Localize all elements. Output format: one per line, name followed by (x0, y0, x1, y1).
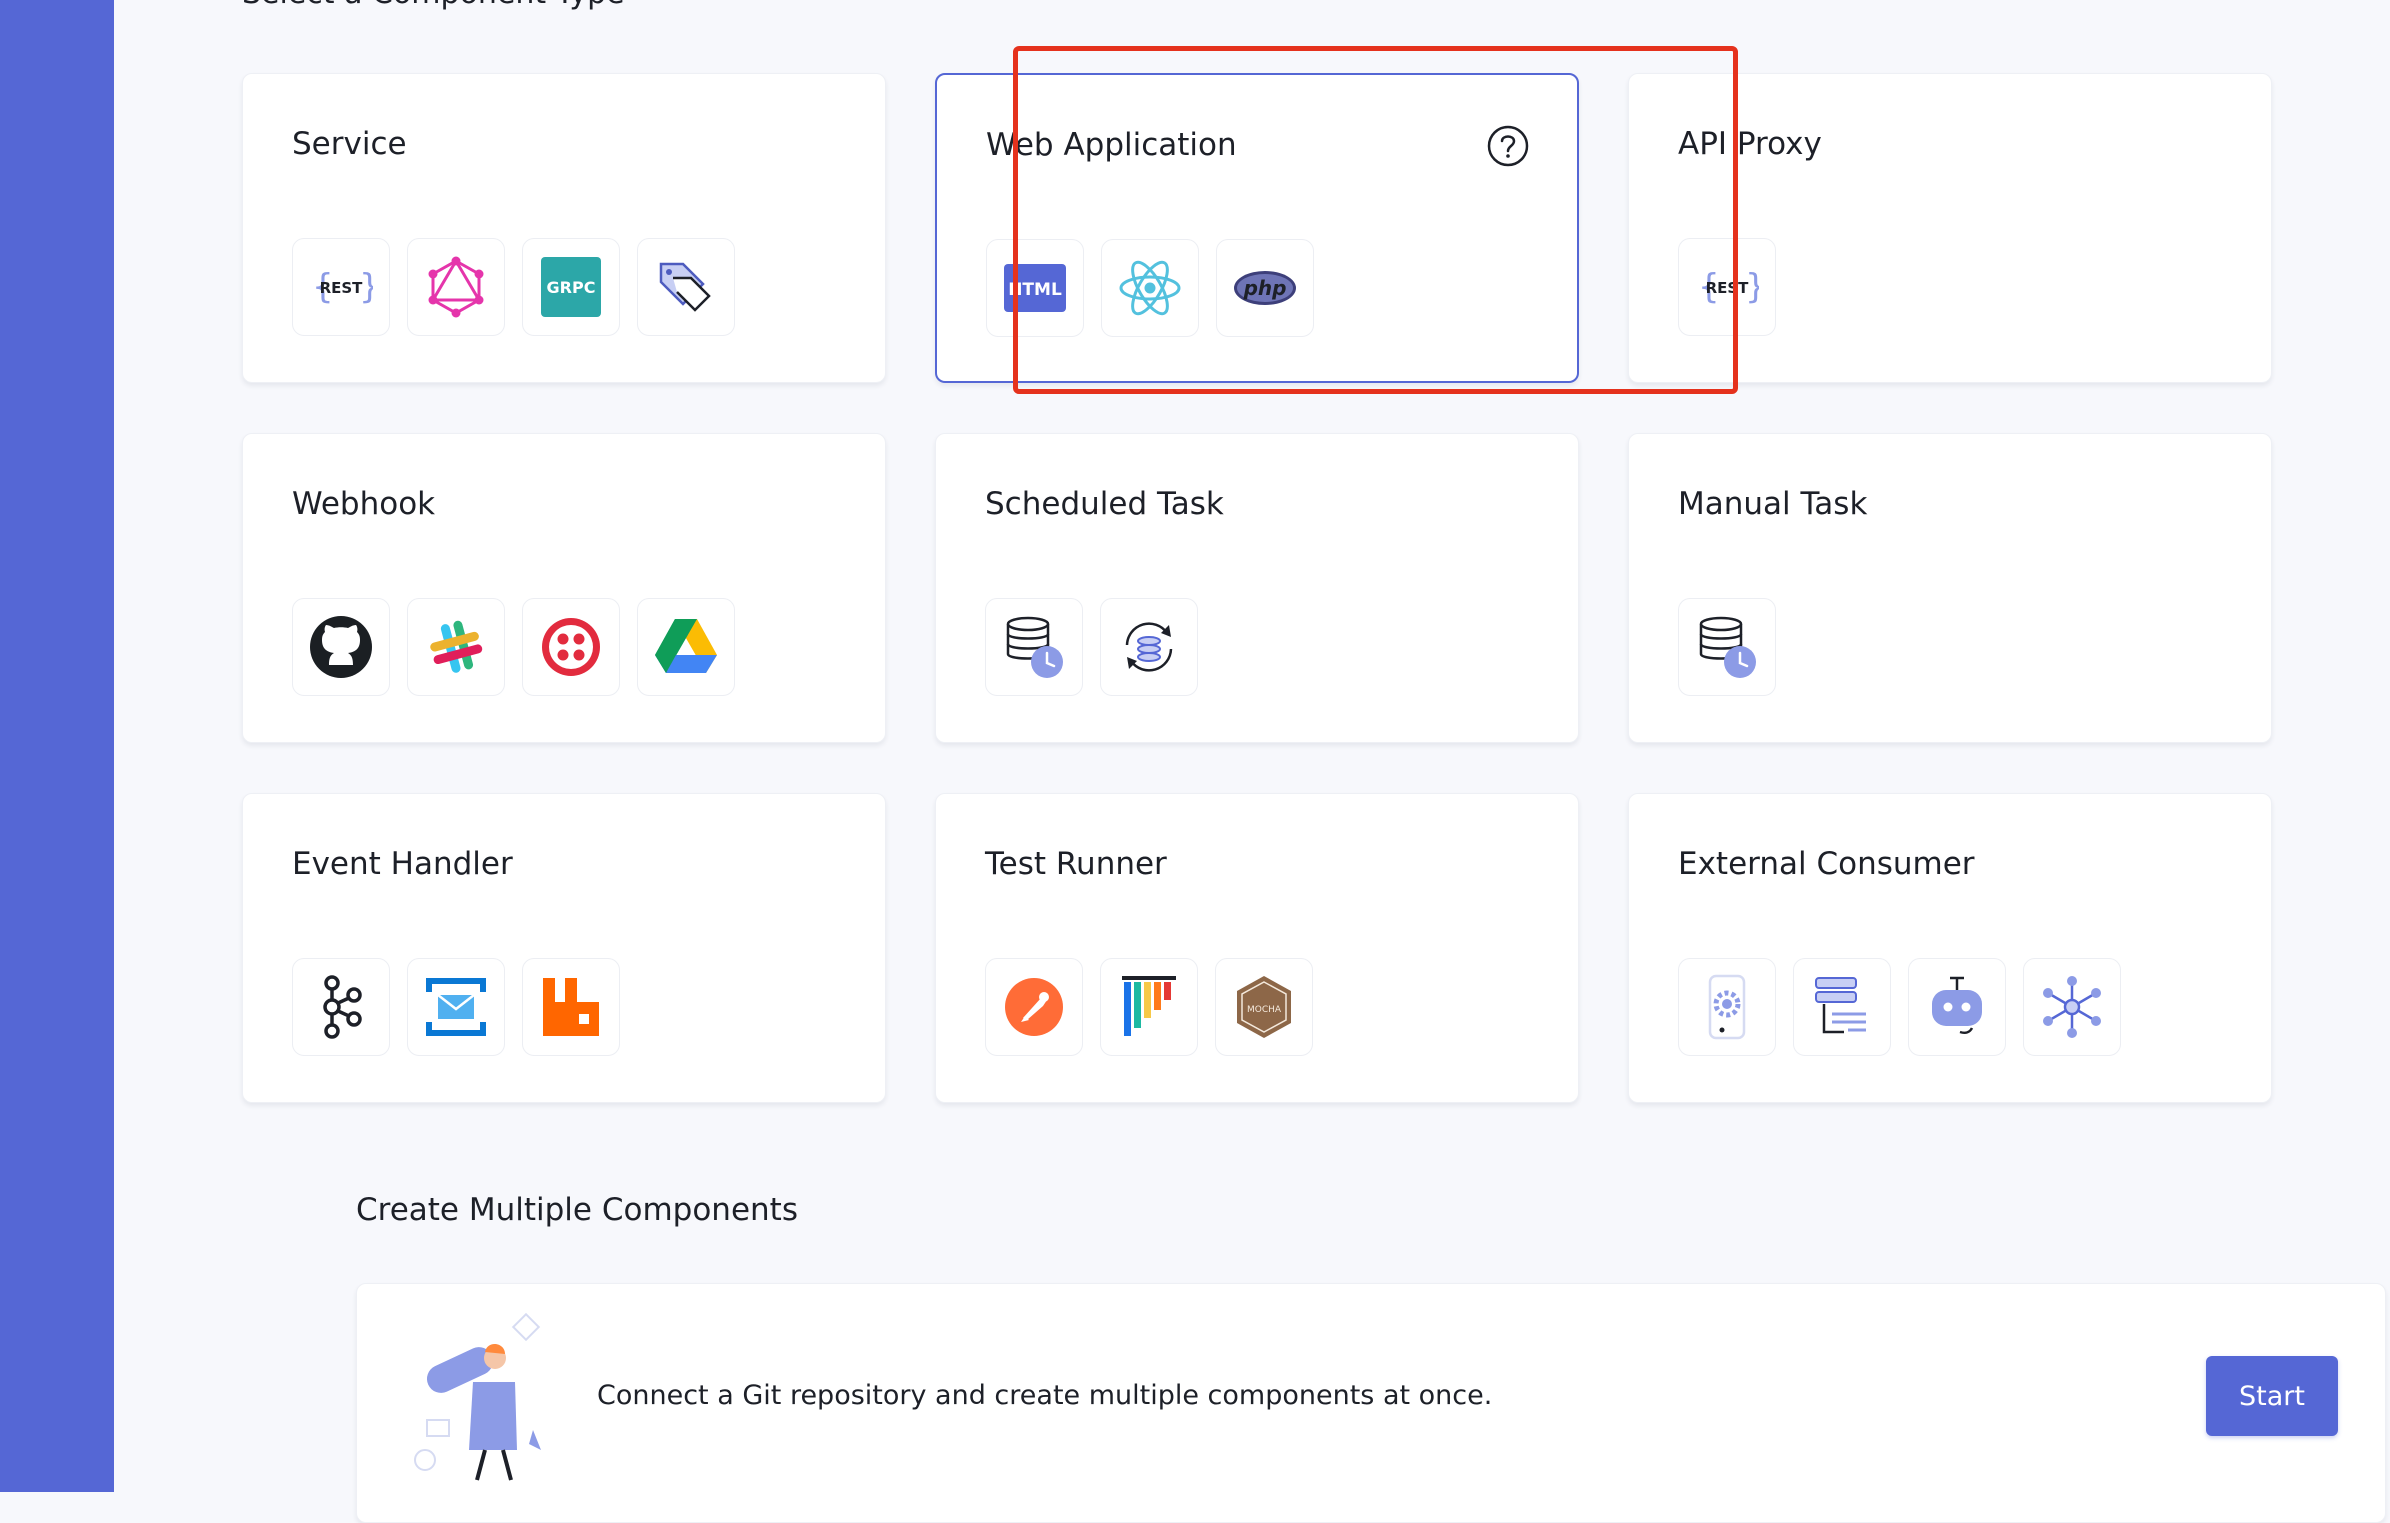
graphql-icon (407, 238, 505, 336)
github-icon (292, 598, 390, 696)
server-list-icon (1793, 958, 1891, 1056)
html-icon: HTML (986, 239, 1084, 337)
person-git-illustration (405, 1310, 555, 1490)
card-manual-task[interactable]: Manual Task (1628, 433, 2272, 743)
database-clock-icon (985, 598, 1083, 696)
card-title: API Proxy (1678, 126, 1822, 162)
card-title: Web Application (986, 127, 1237, 163)
rabbitmq-icon (522, 958, 620, 1056)
google-drive-icon (637, 598, 735, 696)
twilio-icon (522, 598, 620, 696)
multi-components-card: Connect a Git repository and create mult… (356, 1283, 2386, 1523)
mocha-icon: MOCHA (1215, 958, 1313, 1056)
card-external-consumer[interactable]: External Consumer (1628, 793, 2272, 1103)
card-webhook[interactable]: Webhook (242, 433, 886, 743)
svg-text:php: php (1243, 276, 1287, 300)
multi-components-description: Connect a Git repository and create mult… (597, 1380, 1493, 1411)
card-title: External Consumer (1678, 846, 1975, 882)
card-web-application[interactable]: Web Application HTML php (935, 73, 1579, 383)
main-content: Select a Component Type Service { } REST (114, 0, 2390, 1523)
kafka-icon (292, 958, 390, 1056)
card-scheduled-task[interactable]: Scheduled Task (935, 433, 1579, 743)
card-title: Service (292, 126, 407, 162)
database-clock-icon (1678, 598, 1776, 696)
card-title: Event Handler (292, 846, 513, 882)
start-button[interactable]: Start (2206, 1356, 2338, 1436)
azure-queue-icon (407, 958, 505, 1056)
page-heading: Select a Component Type (242, 0, 625, 11)
card-title: Scheduled Task (985, 486, 1224, 522)
bot-icon (1908, 958, 2006, 1056)
card-api-proxy[interactable]: API Proxy { } REST (1628, 73, 2272, 383)
tag-service-icon (637, 238, 735, 336)
card-event-handler[interactable]: Event Handler (242, 793, 886, 1103)
card-test-runner[interactable]: Test Runner MOCHA (935, 793, 1579, 1103)
slack-icon (407, 598, 505, 696)
jmeter-icon (1100, 958, 1198, 1056)
section-title-multiple-components: Create Multiple Components (356, 1192, 798, 1228)
card-service[interactable]: Service { } REST (242, 73, 886, 383)
sidebar (0, 0, 114, 1492)
svg-text:MOCHA: MOCHA (1247, 1005, 1282, 1015)
postman-icon (985, 958, 1083, 1056)
mobile-app-icon (1678, 958, 1776, 1056)
card-title: Webhook (292, 486, 436, 522)
svg-text:HTML: HTML (1008, 280, 1062, 300)
svg-text:REST: REST (320, 279, 364, 297)
rest-api-icon: { } REST (1678, 238, 1776, 336)
rest-api-icon: { } REST (292, 238, 390, 336)
svg-text:REST: REST (1706, 279, 1750, 297)
help-icon[interactable] (1487, 125, 1529, 167)
php-icon: php (1216, 239, 1314, 337)
database-sync-icon (1100, 598, 1198, 696)
svg-text:GRPC: GRPC (547, 278, 596, 297)
card-title: Test Runner (985, 846, 1167, 882)
react-icon (1101, 239, 1199, 337)
card-title: Manual Task (1678, 486, 1868, 522)
grpc-icon: GRPC (522, 238, 620, 336)
network-hub-icon (2023, 958, 2121, 1056)
